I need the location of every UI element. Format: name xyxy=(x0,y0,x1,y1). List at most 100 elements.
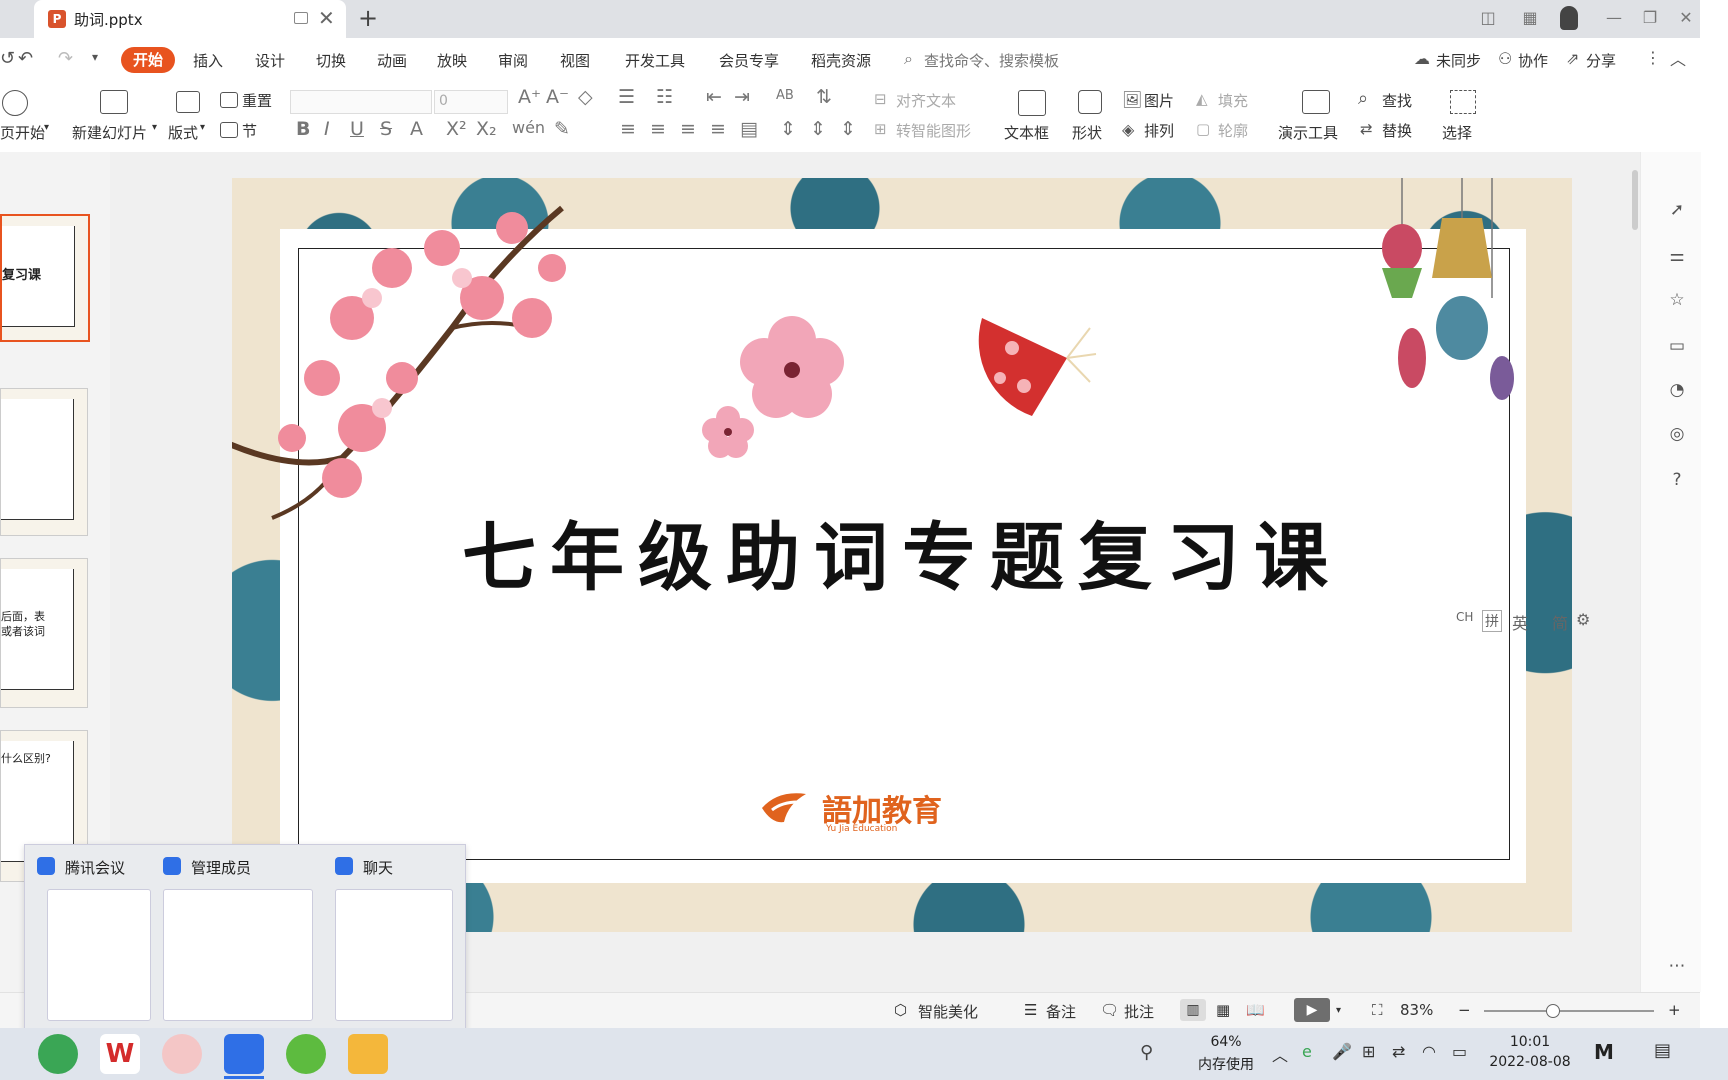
play-icon[interactable] xyxy=(2,90,28,116)
preview-window-3[interactable] xyxy=(335,889,453,1021)
reset-icon[interactable] xyxy=(220,92,238,108)
find-button[interactable]: 查找 xyxy=(1382,90,1412,111)
align-right-icon[interactable]: ≡ xyxy=(680,118,696,140)
play-slideshow-button[interactable]: ▶ xyxy=(1294,998,1330,1022)
outline-button[interactable]: 轮廓 xyxy=(1218,120,1248,141)
phonetic-icon[interactable]: wén xyxy=(512,118,545,137)
font-color-icon[interactable]: A xyxy=(410,118,423,140)
sync-tray-icon[interactable]: ⇄ xyxy=(1392,1042,1405,1061)
file-explorer-icon[interactable] xyxy=(348,1034,388,1074)
decrease-font-icon[interactable]: A⁻ xyxy=(546,86,569,108)
preview-window-2[interactable] xyxy=(163,889,313,1021)
battery-icon[interactable]: ▭ xyxy=(1452,1042,1467,1061)
menu-review[interactable]: 审阅 xyxy=(498,50,528,71)
underline-icon[interactable]: U xyxy=(350,118,364,140)
redo-history-icon[interactable]: ↺ xyxy=(0,48,15,69)
superscript-icon[interactable]: X² xyxy=(446,118,467,140)
wps-office-icon[interactable]: W xyxy=(100,1034,140,1074)
compass-icon[interactable]: ◎ xyxy=(1667,424,1687,444)
layout-grid-icon[interactable] xyxy=(176,91,200,113)
bold-icon[interactable]: B xyxy=(296,118,310,140)
numbered-list-icon[interactable]: ☷ xyxy=(656,86,673,108)
shape-icon[interactable] xyxy=(1078,90,1102,114)
menu-home[interactable]: 开始 xyxy=(121,47,175,73)
section-icon[interactable] xyxy=(220,122,238,138)
ime-english[interactable]: 英 xyxy=(1512,610,1528,634)
bullet-list-icon[interactable]: ☰ xyxy=(618,86,635,108)
grid-icon[interactable]: ▦ xyxy=(1520,8,1540,28)
restore-icon[interactable]: ❐ xyxy=(1640,8,1660,28)
para-spacing-icon[interactable]: ⇕ xyxy=(780,118,796,140)
italic-icon[interactable]: I xyxy=(324,118,330,140)
highlight-icon[interactable]: ✎ xyxy=(554,118,570,140)
zoom-in-icon[interactable]: + xyxy=(1668,1001,1681,1019)
close-window-icon[interactable]: ✕ xyxy=(1676,8,1696,28)
notification-center-icon[interactable]: ▤ xyxy=(1654,1040,1671,1061)
slide-thumbnail-3[interactable]: 后面，表 或者该词 xyxy=(0,558,88,708)
increase-font-icon[interactable]: A⁺ xyxy=(518,86,541,108)
textbox-button[interactable]: 文本框 xyxy=(1004,122,1049,143)
canvas-scrollbar[interactable] xyxy=(1632,170,1638,230)
ime-mode-icon[interactable]: M xyxy=(1594,1040,1614,1064)
slide-title[interactable]: 七年级助词专题复习课 xyxy=(232,498,1572,605)
redo-icon[interactable]: ↷ xyxy=(58,48,73,69)
close-tab-icon[interactable]: ✕ xyxy=(318,6,335,30)
ime-tray-icon[interactable]: ⊞ xyxy=(1362,1042,1375,1061)
clock-time[interactable]: 10:01 xyxy=(1482,1034,1578,1050)
play-dropdown-icon[interactable]: ▾ xyxy=(1336,1005,1341,1016)
col-spacing-icon[interactable]: ⇕ xyxy=(810,118,826,140)
slide-thumbnail-2[interactable] xyxy=(0,388,88,536)
present-tools-button[interactable]: 演示工具 xyxy=(1278,122,1338,143)
clock-date[interactable]: 2022-08-08 xyxy=(1482,1054,1578,1070)
star-icon[interactable]: ☆ xyxy=(1667,290,1687,310)
align-center-icon[interactable]: ≡ xyxy=(650,118,666,140)
help-icon[interactable]: ? xyxy=(1667,470,1687,490)
app-pink-icon[interactable] xyxy=(162,1034,202,1074)
select-icon[interactable] xyxy=(1450,90,1476,114)
sliders-icon[interactable]: ⚌ xyxy=(1667,246,1687,266)
more-icon[interactable]: ⋮ xyxy=(1645,48,1661,67)
font-size-select[interactable]: 0 xyxy=(434,90,508,114)
sorter-view-icon[interactable]: ▦ xyxy=(1216,1001,1230,1019)
notes-button[interactable]: 备注 xyxy=(1046,1001,1076,1022)
menu-slideshow[interactable]: 放映 xyxy=(437,50,467,71)
distribute-icon[interactable]: ▤ xyxy=(740,118,758,140)
select-button[interactable]: 选择 xyxy=(1442,122,1472,143)
start-show-button[interactable]: 页开始 xyxy=(0,122,45,143)
increase-indent-icon[interactable]: ⇥ xyxy=(734,86,750,108)
menu-member[interactable]: 会员专享 xyxy=(719,50,779,71)
clear-format-icon[interactable]: ◇ xyxy=(578,86,593,108)
zoom-out-icon[interactable]: − xyxy=(1458,1001,1471,1019)
wifi-icon[interactable]: ◠ xyxy=(1422,1042,1436,1061)
share-button[interactable]: 分享 xyxy=(1586,50,1616,71)
sync-status[interactable]: 未同步 xyxy=(1436,50,1481,71)
fill-button[interactable]: 填充 xyxy=(1218,90,1248,111)
fit-window-icon[interactable]: ⛶ xyxy=(1372,1001,1383,1019)
replace-button[interactable]: 替换 xyxy=(1382,120,1412,141)
layout-icon[interactable]: ◫ xyxy=(1478,8,1498,28)
align-text-button[interactable]: 对齐文本 xyxy=(896,90,956,111)
ime-simplified[interactable]: 简 xyxy=(1552,610,1568,634)
arrange-button[interactable]: 排列 xyxy=(1144,120,1174,141)
collapse-ribbon-icon[interactable]: ︿ xyxy=(1670,46,1686,70)
textbox-icon[interactable] xyxy=(1018,90,1046,116)
customize-icon[interactable]: ▾ xyxy=(92,50,98,64)
window-pin-icon[interactable] xyxy=(294,12,308,24)
current-slide[interactable]: 七年级助词专题复习课 語加教育 Yu Jia Education xyxy=(232,178,1572,932)
new-tab-button[interactable]: + xyxy=(358,4,378,32)
align-left-icon[interactable]: ≡ xyxy=(620,118,636,140)
font-family-select[interactable] xyxy=(290,90,432,114)
menu-docer[interactable]: 稻壳资源 xyxy=(811,50,871,71)
section-button[interactable]: 节 xyxy=(242,120,257,141)
slide-thumbnail-1[interactable]: 复习课 xyxy=(0,214,90,342)
app-green-icon[interactable] xyxy=(286,1034,326,1074)
new-slide-button[interactable]: 新建幻灯片 xyxy=(72,122,147,143)
ie-browser-icon[interactable] xyxy=(38,1034,78,1074)
minimize-icon[interactable]: — xyxy=(1604,8,1624,28)
search-icon[interactable]: ⌕ xyxy=(904,49,913,69)
layout-button[interactable]: 版式 xyxy=(168,122,198,143)
search-command-input[interactable]: 查找命令、搜索模板 xyxy=(924,50,1059,71)
reset-button[interactable]: 重置 xyxy=(242,90,272,111)
subscript-icon[interactable]: X₂ xyxy=(476,118,497,140)
menu-transition[interactable]: 切换 xyxy=(316,50,346,71)
